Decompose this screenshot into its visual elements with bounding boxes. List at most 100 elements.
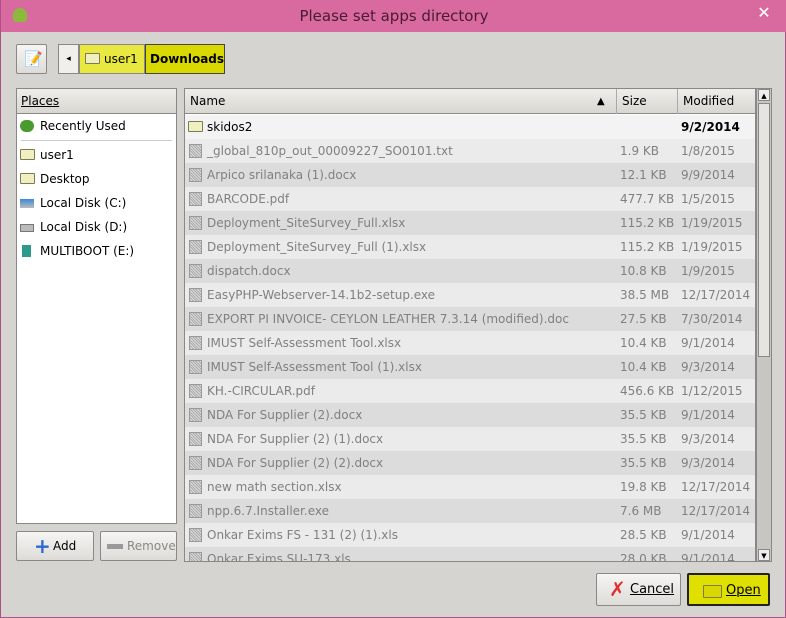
file-row[interactable]: Deployment_SiteSurvey_Full.xlsx 115.2 KB 1… [185,211,755,235]
file-modified: 1/9/2015 [681,264,735,278]
file-modified: 9/9/2014 [681,168,735,182]
file-size: 12.1 KB [620,168,667,182]
scroll-down-arrow-icon[interactable]: ▼ [758,549,770,561]
file-row[interactable]: NDA For Supplier (2) (1).docx 35.5 KB 9/3/… [185,427,755,451]
cancel-button[interactable]: ✗ Cancel [596,573,681,606]
place-desktop[interactable]: Desktop [17,167,176,191]
remove-label: Remove [127,539,176,553]
file-row[interactable]: EXPORT PI INVOICE- CEYLON LEATHER 7.3.14… [185,307,755,331]
folder-icon [85,53,100,64]
file-icon [189,528,202,542]
file-name: Deployment_SiteSurvey_Full (1).xlsx [207,240,427,254]
file-size: 115.2 KB [620,216,675,230]
file-row[interactable]: Onkar Exims SU-173.xls 28.0 KB 9/1/2014 [185,547,755,562]
file-name: EXPORT PI INVOICE- CEYLON LEATHER 7.3.14… [207,312,569,326]
usb-drive-icon [22,245,31,257]
type-location-button[interactable]: 📝 [16,44,47,74]
file-icon [189,504,202,518]
file-name: skidos2 [207,120,253,134]
file-modified: 1/19/2015 [681,240,743,254]
file-size: 35.5 KB [620,408,667,422]
file-name: NDA For Supplier (2).docx [207,408,363,422]
window-title: Please set apps directory [299,7,489,25]
file-name: IMUST Self-Assessment Tool (1).xlsx [207,360,422,374]
file-size: 35.5 KB [620,456,667,470]
column-label: Name [190,94,226,108]
place-label: Recently Used [40,119,126,133]
close-button[interactable]: ✕ [753,3,775,23]
column-header-size[interactable]: Size [617,89,678,114]
path-segment-user1[interactable]: user1 [79,44,145,74]
file-name: Onkar Exims FS - 131 (2) (1).xls [207,528,398,542]
file-row[interactable]: BARCODE.pdf 477.7 KB 1/5/2015 [185,187,755,211]
file-size: 28.5 KB [620,528,667,542]
file-icon [189,408,202,422]
file-row[interactable]: _global_810p_out_00009227_SO0101.txt 1.9 … [185,139,755,163]
column-header-modified[interactable]: Modified [678,89,755,114]
file-icon [189,336,202,350]
file-row[interactable]: IMUST Self-Assessment Tool (1).xlsx 10.4 … [185,355,755,379]
file-size: 19.8 KB [620,480,667,494]
place-local-disk-c[interactable]: Local Disk (C:) [17,191,176,215]
folder-icon [703,585,722,598]
file-modified: 1/19/2015 [681,216,743,230]
folder-icon [188,121,203,132]
file-modified: 1/5/2015 [681,192,735,206]
place-multiboot-e[interactable]: MULTIBOOT (E:) [17,239,176,263]
file-size: 35.5 KB [620,432,667,446]
file-size: 38.5 MB [620,288,670,302]
title-bar[interactable]: Please set apps directory ✕ [1,0,786,32]
place-label: Local Disk (D:) [40,220,128,234]
remove-bookmark-button[interactable]: Remove [100,531,177,561]
scroll-up-arrow-icon[interactable]: ▲ [758,89,770,101]
file-row[interactable]: NDA For Supplier (2).docx 35.5 KB 9/1/2014 [185,403,755,427]
file-size: 7.6 MB [620,504,662,518]
file-modified: 9/1/2014 [681,552,735,562]
file-row[interactable]: IMUST Self-Assessment Tool.xlsx 10.4 KB 9/… [185,331,755,355]
file-name: IMUST Self-Assessment Tool.xlsx [207,336,402,350]
file-name: Deployment_SiteSurvey_Full.xlsx [207,216,406,230]
file-name: Arpico srilanaka (1).docx [207,168,357,182]
file-row[interactable]: new math section.xlsx 19.8 KB 12/17/2014 [185,475,755,499]
file-chooser-dialog: Please set apps directory ✕ 📝 ◂ user1 Do… [0,0,786,618]
minus-icon [107,544,123,549]
file-row[interactable]: KH.-CIRCULAR.pdf 456.6 KB 1/12/2015 [185,379,755,403]
folder-row[interactable]: skidos2 9/2/2014 [185,115,755,139]
file-modified: 7/30/2014 [681,312,743,326]
file-list-scrollbar[interactable]: ▲ ▼ [756,88,772,562]
add-bookmark-button[interactable]: + Add [16,531,94,561]
file-icon [189,240,202,254]
file-size: 1.9 KB [620,144,659,158]
place-local-disk-d[interactable]: Local Disk (D:) [17,215,176,239]
file-row[interactable]: npp.6.7.Installer.exe 7.6 MB 12/17/2014 [185,499,755,523]
file-row[interactable]: Arpico srilanaka (1).docx 12.1 KB 9/9/2014 [185,163,755,187]
file-row[interactable]: Deployment_SiteSurvey_Full (1).xlsx 115.2… [185,235,755,259]
file-modified: 9/1/2014 [681,408,735,422]
file-modified: 1/8/2015 [681,144,735,158]
drive-icon [20,224,34,232]
file-row[interactable]: Onkar Exims FS - 131 (2) (1).xls 28.5 KB 9… [185,523,755,547]
open-label: Open [726,583,761,598]
folder-icon [20,173,35,184]
file-icon [189,312,202,326]
path-scroll-left-button[interactable]: ◂ [58,44,79,74]
file-name: new math section.xlsx [207,480,342,494]
file-row[interactable]: NDA For Supplier (2) (2).docx 35.5 KB 9/3/… [185,451,755,475]
file-name: NDA For Supplier (2) (1).docx [207,432,384,446]
place-label: user1 [40,148,74,162]
file-size: 477.7 KB [620,192,675,206]
file-row[interactable]: dispatch.docx 10.8 KB 1/9/2015 [185,259,755,283]
column-header-name[interactable]: Name ▲ [185,89,617,114]
places-header[interactable]: Places [17,89,176,114]
file-modified: 12/17/2014 [681,480,751,494]
place-recently-used[interactable]: Recently Used [17,114,176,138]
file-size: 10.8 KB [620,264,667,278]
scrollbar-thumb[interactable] [758,103,770,357]
file-row[interactable]: EasyPHP-Webserver-14.1b2-setup.exe 38.5 M… [185,283,755,307]
path-segment-downloads[interactable]: Downloads [145,44,225,74]
add-label: Add [53,539,77,553]
file-icon [189,168,202,182]
place-user1[interactable]: user1 [17,143,176,167]
places-header-label: Places [21,94,60,108]
open-button[interactable]: Open [687,573,770,606]
